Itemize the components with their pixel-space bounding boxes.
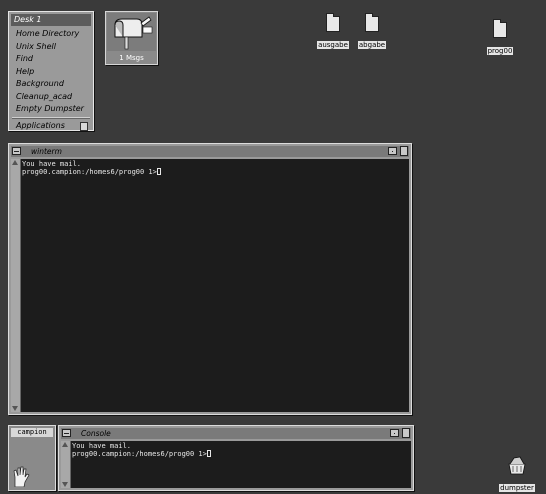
desktop-icon-label: ausgabe	[317, 41, 349, 49]
terminal-line: You have mail.	[22, 160, 82, 168]
window-menu-button[interactable]	[12, 147, 21, 155]
console-terminal[interactable]: You have mail. prog00.campion:/homes6/pr…	[71, 441, 411, 488]
winterm-title: winterm	[31, 147, 62, 156]
applications-label: Applications	[16, 120, 65, 130]
scroll-up-arrow[interactable]	[62, 442, 68, 447]
desktop-icon-abgabe[interactable]: abgabe	[352, 13, 392, 51]
dumpster-label: dumpster	[499, 484, 535, 492]
winterm-scrollbar[interactable]	[11, 159, 21, 412]
menu-item-cleanup-acad[interactable]: Cleanup_acad	[9, 91, 93, 104]
desktop-icon-label: abgabe	[357, 41, 387, 49]
desktop-icon-ausgabe[interactable]: ausgabe	[313, 13, 353, 51]
menu-item-unix-shell[interactable]: Unix Shell	[9, 41, 93, 54]
menu-item-applications[interactable]: Applications	[9, 120, 93, 133]
console-window: Console You have mail. prog00.campion:/h…	[58, 425, 414, 491]
user-host-label: campion	[11, 428, 53, 437]
dumpster-icon	[508, 456, 526, 475]
menu-item-empty-dumpster[interactable]: Empty Dumpster	[9, 103, 93, 116]
folder-icon	[326, 13, 340, 32]
desktop-icon-dumpster[interactable]: dumpster	[498, 455, 536, 494]
submenu-icon	[80, 121, 88, 131]
terminal-prompt: prog00.campion:/homes6/prog00 1>	[22, 168, 157, 176]
scroll-down-arrow[interactable]	[62, 482, 68, 487]
text-cursor	[156, 168, 161, 175]
maximize-button[interactable]	[402, 428, 410, 438]
maximize-button[interactable]	[400, 146, 408, 156]
menu-item-help[interactable]: Help	[9, 66, 93, 79]
console-scrollbar[interactable]	[61, 441, 71, 488]
desktop-icon-prog00[interactable]: prog00	[480, 19, 520, 57]
mailbox-icon	[107, 13, 156, 51]
mailbox-label: 1 Msgs	[119, 54, 144, 62]
folder-icon	[365, 13, 379, 32]
window-menu-button[interactable]	[62, 429, 71, 437]
menu-separator	[12, 116, 90, 119]
desk-menu: Desk 1 Home Directory Unix Shell Find He…	[8, 11, 94, 131]
winterm-window: winterm You have mail. prog00.campion:/h…	[8, 143, 412, 415]
desktop-icon-label: prog00	[486, 47, 514, 55]
console-title: Console	[81, 429, 111, 438]
terminal-line: You have mail.	[72, 442, 132, 450]
menu-item-find[interactable]: Find	[9, 53, 93, 66]
menu-item-background[interactable]: Background	[9, 78, 93, 91]
scroll-up-arrow[interactable]	[12, 160, 18, 165]
desk-menu-title[interactable]: Desk 1	[11, 14, 91, 26]
mailbox-widget[interactable]: 1 Msgs	[105, 11, 158, 65]
winterm-terminal[interactable]: You have mail. prog00.campion:/homes6/pr…	[21, 159, 409, 412]
console-titlebar[interactable]: Console	[61, 428, 411, 439]
text-cursor	[206, 450, 211, 457]
folder-icon	[493, 19, 507, 38]
minimize-button[interactable]	[390, 429, 399, 437]
terminal-prompt: prog00.campion:/homes6/prog00 1>	[72, 450, 207, 458]
hand-icon	[13, 466, 30, 487]
winterm-titlebar[interactable]: winterm	[11, 146, 409, 157]
user-panel[interactable]: campion	[8, 425, 56, 491]
scroll-down-arrow[interactable]	[12, 406, 18, 411]
menu-item-home-directory[interactable]: Home Directory	[9, 28, 93, 41]
minimize-button[interactable]	[388, 147, 397, 155]
